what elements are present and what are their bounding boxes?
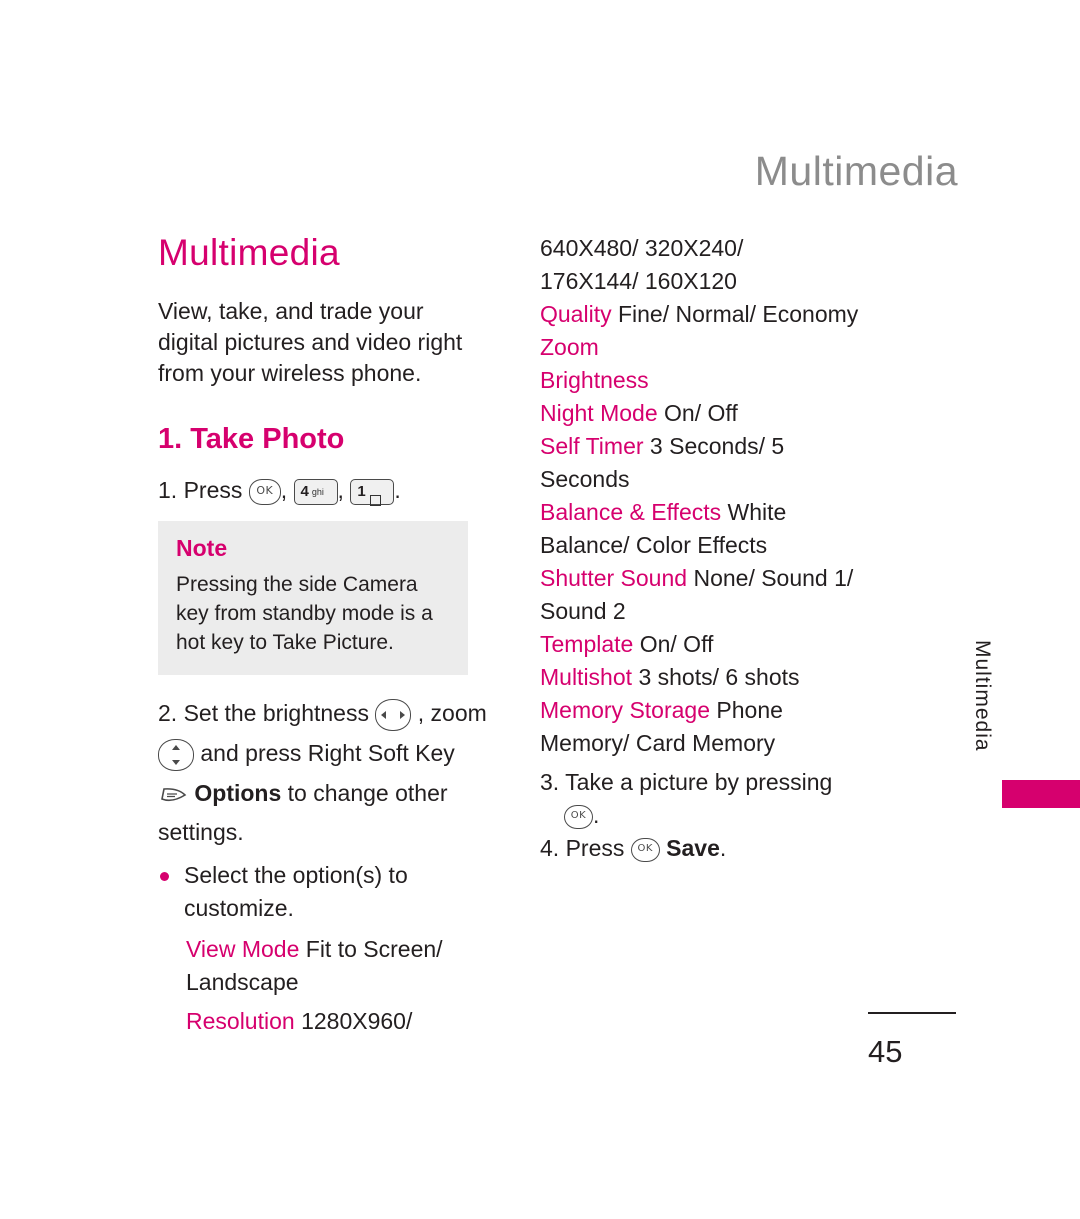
- step-2-line-3: Options to change other: [158, 777, 488, 810]
- step-2-line-2: and press Right Soft Key: [158, 737, 488, 771]
- step-3: 3. Take a picture by pressing: [540, 766, 870, 799]
- key-4-ghi-icon: 4 ghi: [293, 478, 338, 505]
- page-number: 45: [868, 1034, 903, 1069]
- left-column: Multimedia View, take, and trade your di…: [158, 232, 488, 1044]
- ok-key-icon-step4: OK: [630, 837, 660, 862]
- view-mode-row: View Mode Fit to Screen/ Landscape: [158, 933, 488, 999]
- night-mode-value: On/ Off: [664, 400, 738, 426]
- balance-effects-row: Balance & Effects White Balance/ Color E…: [540, 496, 870, 562]
- step-1-period: .: [394, 477, 401, 503]
- multishot-label: Multishot: [540, 664, 633, 690]
- step-1-text: 1. Press: [158, 477, 243, 503]
- self-timer-row: Self Timer 3 Seconds/ 5 Seconds: [540, 430, 870, 496]
- quality-value: Fine/ Normal/ Economy: [617, 301, 859, 327]
- step-2-text-a: 2. Set the brightness: [158, 700, 369, 726]
- brightness-row: Brightness: [540, 367, 649, 393]
- step-2-line-1: 2. Set the brightness , zoom: [158, 697, 488, 731]
- side-tab-label: Multimedia: [971, 640, 994, 752]
- chapter-title: Multimedia: [158, 232, 340, 273]
- night-mode-row: Night Mode On/ Off: [540, 397, 870, 430]
- resolution-label: Resolution: [186, 1007, 295, 1034]
- manual-page: Multimedia Multimedia View, take, and tr…: [0, 0, 1080, 1219]
- quality-label: Quality: [540, 301, 612, 327]
- step-3-period: .: [593, 802, 600, 828]
- step-1-comma-2: ,: [337, 477, 344, 503]
- template-label: Template: [540, 631, 634, 657]
- quality-row: Quality Fine/ Normal/ Economy: [540, 298, 870, 331]
- key-1-icon: 1: [350, 478, 395, 507]
- step-2-text-b: , zoom: [417, 700, 487, 726]
- multishot-value: 3 shots/ 6 shots: [638, 664, 800, 690]
- step-2-line-4: settings.: [158, 818, 244, 845]
- night-mode-label: Night Mode: [540, 400, 658, 426]
- key-1-voicemail-glyph: [369, 495, 381, 507]
- page-header-title: Multimedia: [754, 148, 958, 194]
- step-3-key-line: OK.: [540, 799, 870, 832]
- bullet-dot-icon: [160, 871, 169, 881]
- multishot-row: Multishot 3 shots/ 6 shots: [540, 661, 870, 694]
- template-value: On/ Off: [639, 631, 714, 657]
- shutter-sound-label: Shutter Sound: [540, 565, 688, 591]
- key-1-number: 1: [357, 482, 366, 500]
- view-mode-label: View Mode: [186, 935, 300, 962]
- section-title: 1. Take Photo: [158, 423, 345, 455]
- right-column: 640X480/ 320X240/ 176X144/ 160X120 Quali…: [540, 232, 870, 865]
- left-right-key-icon: [375, 698, 412, 731]
- ok-key-icon: OK: [248, 478, 281, 505]
- bullet-select-options-text: Select the option(s) to customize.: [184, 861, 408, 921]
- step-4-save-label: Save: [666, 835, 720, 861]
- step-1-comma-1: ,: [280, 477, 288, 503]
- bullet-select-options: Select the option(s) to customize.: [158, 859, 488, 925]
- step-2-text-d: to change other: [287, 779, 448, 806]
- resolution-cont-line-2: 176X144/ 160X120: [540, 268, 737, 294]
- note-title: Note: [176, 535, 228, 561]
- step-3-text: 3. Take a picture by pressing: [540, 769, 833, 795]
- template-row: Template On/ Off: [540, 628, 870, 661]
- step-1: 1. Press OK, 4 ghi, 1.: [158, 474, 488, 507]
- step-4-period: .: [719, 835, 727, 861]
- ok-key-icon-step3: OK: [564, 804, 593, 829]
- key-4-number: 4: [300, 482, 309, 500]
- side-tab-marker: [1002, 780, 1080, 808]
- note-box: Note Pressing the side Camera key from s…: [158, 521, 468, 675]
- step-4-text: 4. Press: [540, 835, 625, 861]
- step-2-text-c: and press Right Soft Key: [200, 739, 455, 766]
- self-timer-label: Self Timer: [540, 433, 644, 459]
- key-4-sub: ghi: [311, 486, 324, 497]
- right-soft-key-icon: [158, 785, 188, 805]
- zoom-row: Zoom: [540, 334, 599, 360]
- resolution-value: 1280X960/: [301, 1007, 413, 1034]
- step-2-options-label: Options: [194, 779, 282, 806]
- step-4: 4. Press OK Save.: [540, 832, 870, 865]
- footer-divider: [868, 1012, 956, 1014]
- resolution-cont-line-1: 640X480/ 320X240/: [540, 235, 744, 261]
- note-body: Pressing the side Camera key from standb…: [176, 573, 433, 654]
- intro-paragraph: View, take, and trade your digital pictu…: [158, 298, 463, 386]
- resolution-row: Resolution 1280X960/: [158, 1005, 488, 1038]
- up-down-key-icon: [158, 738, 194, 771]
- memory-storage-row: Memory Storage Phone Memory/ Card Memory: [540, 694, 870, 760]
- balance-effects-label: Balance & Effects: [540, 499, 722, 525]
- shutter-sound-row: Shutter Sound None/ Sound 1/ Sound 2: [540, 562, 870, 628]
- memory-storage-label: Memory Storage: [540, 697, 711, 723]
